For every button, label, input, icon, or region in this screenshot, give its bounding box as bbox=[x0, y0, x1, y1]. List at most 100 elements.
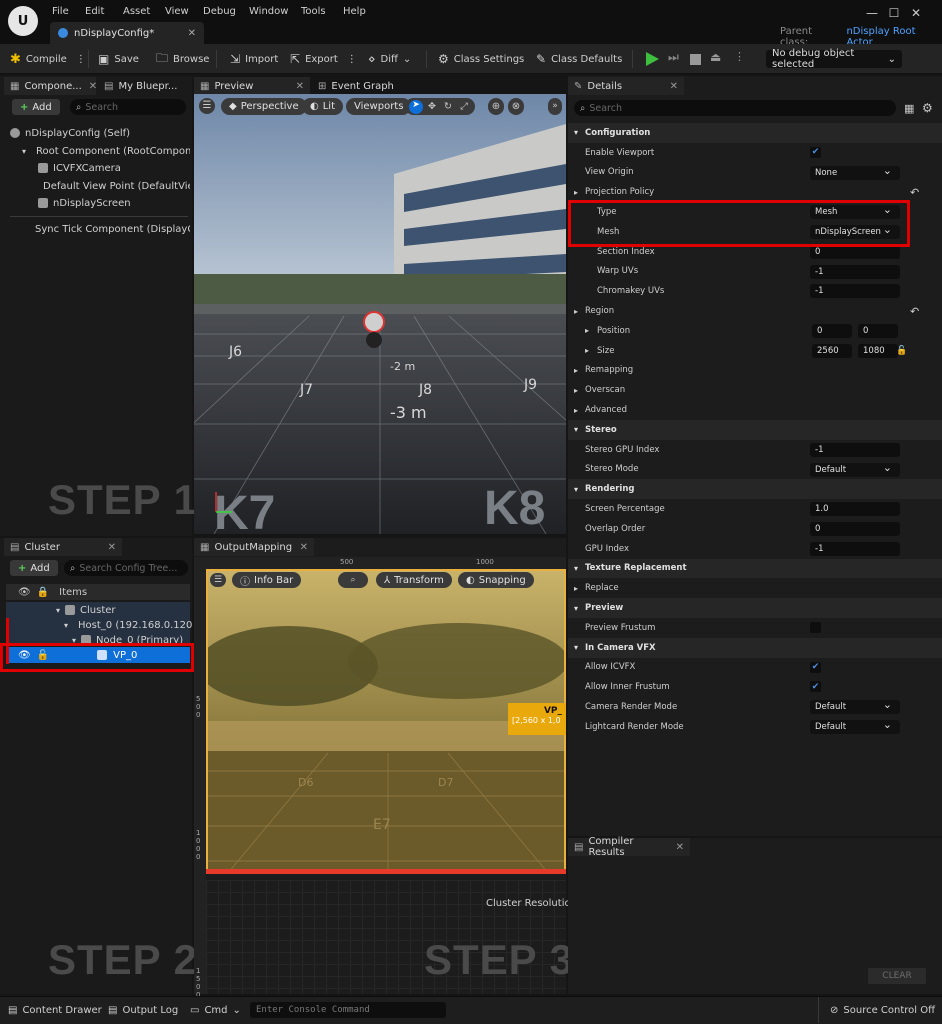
property-checkbox[interactable]: ✔ bbox=[810, 681, 821, 693]
hamburger-menu-icon[interactable]: ☰ bbox=[199, 98, 215, 114]
expand-icon[interactable]: » bbox=[548, 98, 562, 115]
hamburger-menu-icon[interactable]: ☰ bbox=[210, 573, 226, 587]
lit-button[interactable]: ◐ Lit bbox=[302, 98, 344, 115]
property-input[interactable]: 0 bbox=[858, 324, 898, 338]
rotate-icon[interactable]: ↻ bbox=[441, 101, 455, 112]
chevron-right-icon[interactable]: ▸ bbox=[574, 386, 578, 395]
move-icon[interactable]: ✥ bbox=[425, 101, 439, 112]
property-input[interactable]: 0 bbox=[812, 324, 852, 338]
eye-icon[interactable]: 👁 bbox=[18, 587, 31, 598]
tree-item-icvfx-camera[interactable]: ICVFXCamera bbox=[38, 160, 190, 176]
more-options-icon[interactable]: ⋮ bbox=[76, 54, 86, 65]
menu-asset[interactable]: Asset bbox=[123, 6, 165, 17]
chevron-down-icon[interactable]: ▾ bbox=[56, 606, 60, 615]
chevron-right-icon[interactable]: ▸ bbox=[574, 188, 578, 197]
save-button[interactable]: ▣ Save bbox=[98, 50, 139, 68]
maximize-icon[interactable]: ☐ bbox=[884, 6, 904, 22]
close-icon[interactable]: ✕ bbox=[670, 81, 678, 92]
property-checkbox[interactable]: ✔ bbox=[810, 146, 821, 158]
menu-view[interactable]: View bbox=[165, 6, 203, 17]
tab-event-graph[interactable]: ⊞ Event Graph bbox=[312, 77, 432, 95]
property-input[interactable]: -1 bbox=[810, 264, 900, 279]
tab-details[interactable]: ✎ Details ✕ bbox=[568, 77, 684, 95]
close-icon[interactable]: ✕ bbox=[89, 81, 97, 92]
chevron-right-icon[interactable]: ▸ bbox=[585, 326, 589, 335]
tab-my-blueprint[interactable]: ▤ My Bluepr... bbox=[98, 77, 192, 95]
chevron-down-icon[interactable]: ▾ bbox=[64, 621, 68, 630]
unreal-logo-icon[interactable]: U bbox=[8, 6, 38, 36]
chevron-right-icon[interactable]: ▸ bbox=[574, 366, 578, 375]
tree-item-cluster[interactable]: ▾ Cluster bbox=[56, 602, 190, 618]
more-options-icon[interactable]: ⋮ bbox=[347, 54, 357, 65]
chevron-right-icon[interactable]: ▸ bbox=[574, 307, 578, 316]
console-input[interactable]: Enter Console Command bbox=[250, 1002, 446, 1018]
diff-button[interactable]: ⋄ Diff ⌄ bbox=[368, 50, 411, 68]
snap-icon[interactable]: ⊗ bbox=[508, 98, 524, 115]
cluster-search-input[interactable]: ⌕ Search Config Tree... bbox=[64, 560, 188, 576]
property-checkbox[interactable]: ✔ bbox=[810, 661, 821, 673]
clear-button[interactable]: CLEAR bbox=[868, 968, 926, 984]
tab-preview[interactable]: ▦ Preview ✕ bbox=[194, 77, 310, 95]
tree-item-root-component[interactable]: ▾ Root Component (RootCompone bbox=[22, 143, 190, 159]
browse-button[interactable]: 🗀 Browse bbox=[156, 50, 209, 68]
property-input[interactable]: 1.0 bbox=[810, 502, 900, 517]
perspective-button[interactable]: ◆ Perspective bbox=[221, 98, 307, 115]
close-icon[interactable]: ✕ bbox=[188, 28, 196, 39]
scale-icon[interactable]: ⤢ bbox=[457, 101, 471, 112]
vp-label-tag[interactable]: VP_ [2,560 x 1,0 bbox=[508, 703, 566, 735]
menu-file[interactable]: File bbox=[52, 6, 85, 17]
tab-compiler-results[interactable]: ▤ Compiler Results ✕ bbox=[568, 836, 690, 858]
eject-icon[interactable]: ⏏ bbox=[710, 50, 724, 64]
tab-output-mapping[interactable]: ▦ OutputMapping ✕ bbox=[194, 538, 314, 556]
menu-help[interactable]: Help bbox=[343, 6, 373, 17]
play-icon[interactable] bbox=[646, 52, 659, 66]
chevron-down-icon[interactable]: ▾ bbox=[574, 485, 578, 494]
source-control-button[interactable]: ⊘ Source Control Off bbox=[830, 1003, 935, 1017]
tree-item-self[interactable]: nDisplayConfig (Self) bbox=[10, 125, 190, 141]
window-close-icon[interactable]: ✕ bbox=[906, 6, 926, 22]
tree-item-ndisplay-screen[interactable]: nDisplayScreen bbox=[38, 195, 190, 211]
tab-cluster[interactable]: ▤ Cluster ✕ bbox=[4, 538, 122, 556]
viewports-button[interactable]: Viewports bbox=[346, 98, 412, 115]
close-icon[interactable]: ✕ bbox=[300, 542, 308, 553]
tree-item-sync-tick[interactable]: Sync Tick Component (DisplayCl bbox=[30, 221, 190, 237]
content-drawer-button[interactable]: ▤ Content Drawer bbox=[8, 1003, 102, 1017]
snapping-button[interactable]: ◐ Snapping bbox=[458, 572, 534, 588]
menu-window[interactable]: Window bbox=[249, 6, 301, 17]
compile-button[interactable]: ✱ Compile ⋮ bbox=[10, 50, 86, 68]
doc-tab[interactable]: nDisplayConfig* ✕ bbox=[50, 22, 204, 44]
chevron-down-icon[interactable]: ▾ bbox=[574, 425, 578, 434]
chevron-right-icon[interactable]: ▸ bbox=[574, 406, 578, 415]
property-input[interactable]: 1080 bbox=[858, 343, 898, 358]
lock-icon[interactable]: 🔒 bbox=[37, 587, 49, 598]
chevron-down-icon[interactable]: ▾ bbox=[574, 128, 578, 137]
transform-button[interactable]: ⅄ Transform bbox=[376, 572, 452, 588]
chevron-down-icon[interactable]: ▾ bbox=[574, 604, 578, 613]
debug-object-select[interactable]: No debug object selected ⌄ bbox=[766, 48, 902, 70]
property-dropdown[interactable]: Default bbox=[810, 698, 900, 715]
grid-view-icon[interactable]: ▦ bbox=[904, 102, 914, 115]
property-input[interactable]: -1 bbox=[810, 442, 900, 457]
chevron-down-icon[interactable]: ▾ bbox=[574, 564, 578, 573]
components-search-input[interactable]: ⌕ Search bbox=[70, 99, 186, 115]
property-dropdown[interactable]: None bbox=[810, 164, 900, 180]
menu-edit[interactable]: Edit bbox=[85, 6, 123, 17]
export-button[interactable]: ⇱ Export ⋮ bbox=[290, 50, 357, 68]
property-input[interactable]: -1 bbox=[810, 284, 900, 299]
lock-icon[interactable]: 🔓 bbox=[896, 346, 907, 356]
world-icon[interactable]: ⊕ bbox=[488, 98, 504, 115]
chevron-right-icon[interactable]: ▸ bbox=[585, 346, 589, 355]
details-search-input[interactable]: ⌕ Search bbox=[574, 100, 896, 116]
minimize-icon[interactable]: — bbox=[862, 6, 882, 22]
property-input[interactable]: 0 bbox=[810, 522, 900, 536]
close-icon[interactable]: ✕ bbox=[676, 842, 684, 853]
property-input[interactable]: 2560 bbox=[812, 343, 852, 358]
tree-item-host[interactable]: ▾ Host_0 (192.168.0.120) bbox=[64, 617, 192, 633]
tab-components[interactable]: ▦ Compone... ✕ bbox=[4, 77, 97, 95]
chevron-right-icon[interactable]: ▸ bbox=[574, 584, 578, 593]
menu-tools[interactable]: Tools bbox=[301, 6, 343, 17]
import-button[interactable]: ⇲ Import bbox=[230, 50, 278, 68]
cmd-button[interactable]: ▭ Cmd ⌄ bbox=[190, 1003, 241, 1017]
step-icon[interactable]: ⏭ bbox=[668, 50, 682, 64]
class-settings-button[interactable]: ⚙ Class Settings bbox=[438, 50, 524, 68]
